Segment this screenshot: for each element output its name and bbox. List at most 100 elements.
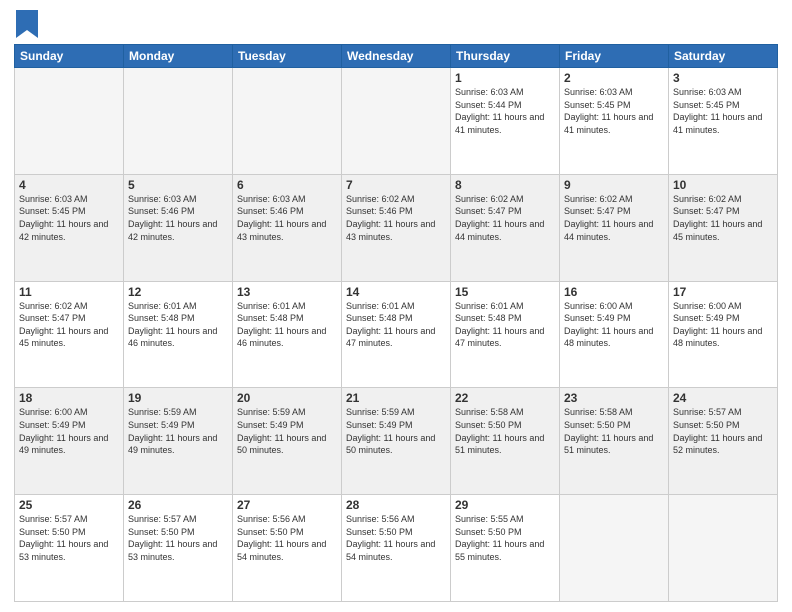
day-info: Sunrise: 6:01 AMSunset: 5:48 PMDaylight:… bbox=[128, 300, 228, 350]
calendar-header-saturday: Saturday bbox=[669, 45, 778, 68]
day-number: 21 bbox=[346, 391, 446, 405]
day-info: Sunrise: 5:57 AMSunset: 5:50 PMDaylight:… bbox=[128, 513, 228, 563]
day-number: 14 bbox=[346, 285, 446, 299]
day-info: Sunrise: 6:01 AMSunset: 5:48 PMDaylight:… bbox=[455, 300, 555, 350]
calendar-week-row: 1Sunrise: 6:03 AMSunset: 5:44 PMDaylight… bbox=[15, 68, 778, 175]
day-info: Sunrise: 6:01 AMSunset: 5:48 PMDaylight:… bbox=[346, 300, 446, 350]
day-number: 1 bbox=[455, 71, 555, 85]
calendar-cell: 3Sunrise: 6:03 AMSunset: 5:45 PMDaylight… bbox=[669, 68, 778, 175]
day-number: 10 bbox=[673, 178, 773, 192]
calendar-cell: 19Sunrise: 5:59 AMSunset: 5:49 PMDayligh… bbox=[124, 388, 233, 495]
calendar-cell: 20Sunrise: 5:59 AMSunset: 5:49 PMDayligh… bbox=[233, 388, 342, 495]
calendar-header-tuesday: Tuesday bbox=[233, 45, 342, 68]
day-info: Sunrise: 5:59 AMSunset: 5:49 PMDaylight:… bbox=[346, 406, 446, 456]
calendar-cell: 7Sunrise: 6:02 AMSunset: 5:46 PMDaylight… bbox=[342, 174, 451, 281]
calendar-header-wednesday: Wednesday bbox=[342, 45, 451, 68]
day-number: 4 bbox=[19, 178, 119, 192]
day-info: Sunrise: 6:00 AMSunset: 5:49 PMDaylight:… bbox=[564, 300, 664, 350]
day-number: 26 bbox=[128, 498, 228, 512]
day-info: Sunrise: 5:56 AMSunset: 5:50 PMDaylight:… bbox=[237, 513, 337, 563]
day-info: Sunrise: 5:56 AMSunset: 5:50 PMDaylight:… bbox=[346, 513, 446, 563]
day-number: 19 bbox=[128, 391, 228, 405]
day-info: Sunrise: 6:02 AMSunset: 5:47 PMDaylight:… bbox=[19, 300, 119, 350]
calendar-cell: 5Sunrise: 6:03 AMSunset: 5:46 PMDaylight… bbox=[124, 174, 233, 281]
day-number: 9 bbox=[564, 178, 664, 192]
calendar-cell: 13Sunrise: 6:01 AMSunset: 5:48 PMDayligh… bbox=[233, 281, 342, 388]
calendar-cell: 2Sunrise: 6:03 AMSunset: 5:45 PMDaylight… bbox=[560, 68, 669, 175]
day-number: 24 bbox=[673, 391, 773, 405]
calendar-cell: 12Sunrise: 6:01 AMSunset: 5:48 PMDayligh… bbox=[124, 281, 233, 388]
day-number: 17 bbox=[673, 285, 773, 299]
calendar-cell: 17Sunrise: 6:00 AMSunset: 5:49 PMDayligh… bbox=[669, 281, 778, 388]
calendar-header-row: SundayMondayTuesdayWednesdayThursdayFrid… bbox=[15, 45, 778, 68]
calendar-cell bbox=[15, 68, 124, 175]
day-info: Sunrise: 5:59 AMSunset: 5:49 PMDaylight:… bbox=[237, 406, 337, 456]
day-info: Sunrise: 6:00 AMSunset: 5:49 PMDaylight:… bbox=[19, 406, 119, 456]
day-info: Sunrise: 5:59 AMSunset: 5:49 PMDaylight:… bbox=[128, 406, 228, 456]
calendar-cell: 24Sunrise: 5:57 AMSunset: 5:50 PMDayligh… bbox=[669, 388, 778, 495]
day-number: 12 bbox=[128, 285, 228, 299]
day-info: Sunrise: 6:00 AMSunset: 5:49 PMDaylight:… bbox=[673, 300, 773, 350]
day-number: 20 bbox=[237, 391, 337, 405]
header bbox=[14, 10, 778, 38]
calendar-header-thursday: Thursday bbox=[451, 45, 560, 68]
day-number: 28 bbox=[346, 498, 446, 512]
day-number: 2 bbox=[564, 71, 664, 85]
day-info: Sunrise: 5:58 AMSunset: 5:50 PMDaylight:… bbox=[455, 406, 555, 456]
day-number: 5 bbox=[128, 178, 228, 192]
calendar-cell: 4Sunrise: 6:03 AMSunset: 5:45 PMDaylight… bbox=[15, 174, 124, 281]
day-number: 27 bbox=[237, 498, 337, 512]
day-info: Sunrise: 6:03 AMSunset: 5:45 PMDaylight:… bbox=[19, 193, 119, 243]
day-number: 23 bbox=[564, 391, 664, 405]
calendar-cell bbox=[669, 495, 778, 602]
calendar-cell: 14Sunrise: 6:01 AMSunset: 5:48 PMDayligh… bbox=[342, 281, 451, 388]
calendar-cell: 1Sunrise: 6:03 AMSunset: 5:44 PMDaylight… bbox=[451, 68, 560, 175]
day-number: 15 bbox=[455, 285, 555, 299]
day-info: Sunrise: 6:01 AMSunset: 5:48 PMDaylight:… bbox=[237, 300, 337, 350]
calendar-cell: 11Sunrise: 6:02 AMSunset: 5:47 PMDayligh… bbox=[15, 281, 124, 388]
day-number: 18 bbox=[19, 391, 119, 405]
calendar-cell: 21Sunrise: 5:59 AMSunset: 5:49 PMDayligh… bbox=[342, 388, 451, 495]
calendar-cell bbox=[342, 68, 451, 175]
day-info: Sunrise: 6:03 AMSunset: 5:45 PMDaylight:… bbox=[673, 86, 773, 136]
day-number: 22 bbox=[455, 391, 555, 405]
page: SundayMondayTuesdayWednesdayThursdayFrid… bbox=[0, 0, 792, 612]
logo bbox=[14, 10, 38, 38]
calendar-header-sunday: Sunday bbox=[15, 45, 124, 68]
day-number: 29 bbox=[455, 498, 555, 512]
day-info: Sunrise: 5:57 AMSunset: 5:50 PMDaylight:… bbox=[673, 406, 773, 456]
calendar-cell bbox=[233, 68, 342, 175]
calendar-cell: 6Sunrise: 6:03 AMSunset: 5:46 PMDaylight… bbox=[233, 174, 342, 281]
day-number: 6 bbox=[237, 178, 337, 192]
calendar-cell: 10Sunrise: 6:02 AMSunset: 5:47 PMDayligh… bbox=[669, 174, 778, 281]
day-number: 11 bbox=[19, 285, 119, 299]
day-number: 25 bbox=[19, 498, 119, 512]
day-info: Sunrise: 6:02 AMSunset: 5:47 PMDaylight:… bbox=[564, 193, 664, 243]
day-info: Sunrise: 6:03 AMSunset: 5:44 PMDaylight:… bbox=[455, 86, 555, 136]
calendar-table: SundayMondayTuesdayWednesdayThursdayFrid… bbox=[14, 44, 778, 602]
calendar-cell: 15Sunrise: 6:01 AMSunset: 5:48 PMDayligh… bbox=[451, 281, 560, 388]
calendar-cell: 18Sunrise: 6:00 AMSunset: 5:49 PMDayligh… bbox=[15, 388, 124, 495]
calendar-cell: 26Sunrise: 5:57 AMSunset: 5:50 PMDayligh… bbox=[124, 495, 233, 602]
calendar-cell: 9Sunrise: 6:02 AMSunset: 5:47 PMDaylight… bbox=[560, 174, 669, 281]
calendar-cell: 8Sunrise: 6:02 AMSunset: 5:47 PMDaylight… bbox=[451, 174, 560, 281]
calendar-cell: 27Sunrise: 5:56 AMSunset: 5:50 PMDayligh… bbox=[233, 495, 342, 602]
calendar-week-row: 11Sunrise: 6:02 AMSunset: 5:47 PMDayligh… bbox=[15, 281, 778, 388]
calendar-cell: 28Sunrise: 5:56 AMSunset: 5:50 PMDayligh… bbox=[342, 495, 451, 602]
calendar-cell: 25Sunrise: 5:57 AMSunset: 5:50 PMDayligh… bbox=[15, 495, 124, 602]
day-info: Sunrise: 6:02 AMSunset: 5:47 PMDaylight:… bbox=[455, 193, 555, 243]
day-number: 8 bbox=[455, 178, 555, 192]
calendar-week-row: 18Sunrise: 6:00 AMSunset: 5:49 PMDayligh… bbox=[15, 388, 778, 495]
calendar-header-friday: Friday bbox=[560, 45, 669, 68]
logo-icon bbox=[16, 10, 38, 38]
day-info: Sunrise: 6:03 AMSunset: 5:45 PMDaylight:… bbox=[564, 86, 664, 136]
calendar-cell: 16Sunrise: 6:00 AMSunset: 5:49 PMDayligh… bbox=[560, 281, 669, 388]
day-info: Sunrise: 6:02 AMSunset: 5:47 PMDaylight:… bbox=[673, 193, 773, 243]
calendar-cell: 22Sunrise: 5:58 AMSunset: 5:50 PMDayligh… bbox=[451, 388, 560, 495]
calendar-cell: 29Sunrise: 5:55 AMSunset: 5:50 PMDayligh… bbox=[451, 495, 560, 602]
calendar-cell bbox=[124, 68, 233, 175]
calendar-week-row: 25 Sunrise: 5:57 AMSunset: 5:50 PMDayligh… bbox=[15, 495, 778, 602]
day-info: Sunrise: 6:02 AMSunset: 5:46 PMDaylight:… bbox=[346, 193, 446, 243]
day-info: Sunrise: 6:03 AMSunset: 5:46 PMDaylight:… bbox=[128, 193, 228, 243]
day-info: Sunrise: 5:55 AMSunset: 5:50 PMDaylight:… bbox=[455, 513, 555, 563]
